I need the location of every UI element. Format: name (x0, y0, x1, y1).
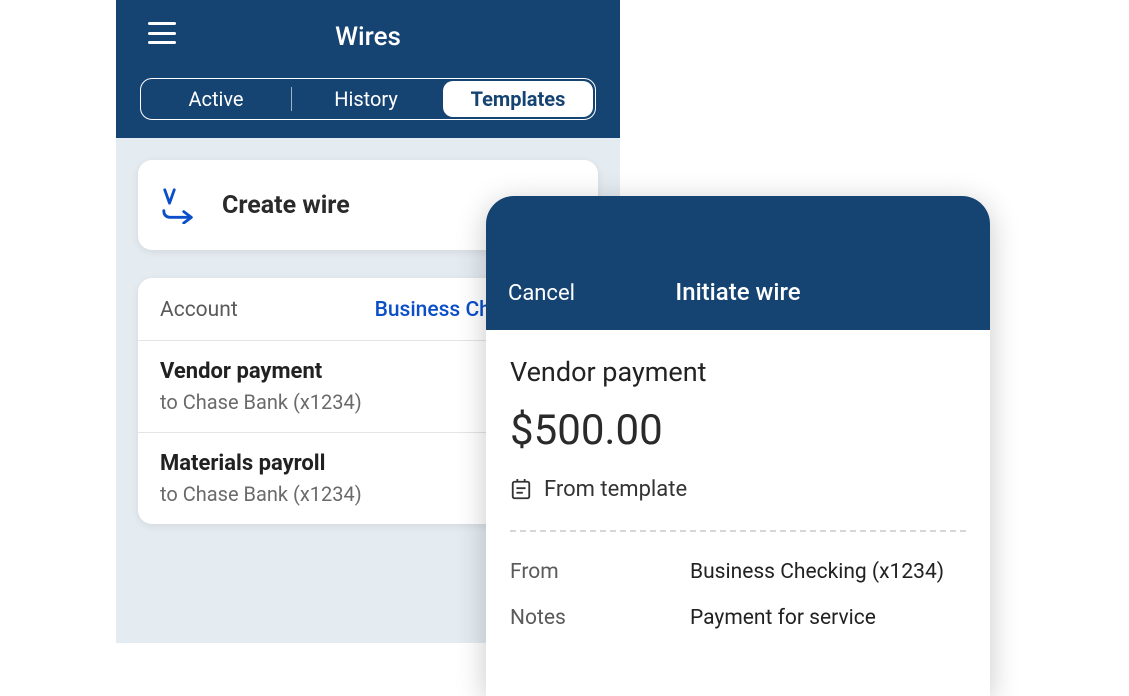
modal-title: Initiate wire (508, 278, 968, 306)
detail-label: From (510, 560, 690, 584)
from-template-indicator: From template (510, 477, 966, 502)
modal-body: Vendor payment $500.00 From template Fro… (486, 330, 990, 678)
detail-row-notes: Notes Payment for service (510, 606, 966, 630)
wire-name: Vendor payment (510, 356, 966, 388)
detail-value: Business Checking (x1234) (690, 560, 966, 584)
account-label: Account (160, 298, 238, 322)
header: Wires Active History Templates (116, 0, 620, 138)
detail-label: Notes (510, 606, 690, 630)
divider (510, 530, 966, 532)
initiate-wire-screen: Cancel Initiate wire Vendor payment $500… (486, 196, 990, 696)
tabs-segmented-control: Active History Templates (140, 78, 596, 120)
tab-templates[interactable]: Templates (443, 81, 593, 117)
cancel-button[interactable]: Cancel (508, 281, 575, 306)
tab-history[interactable]: History (291, 79, 441, 119)
menu-icon[interactable] (148, 22, 176, 44)
wire-amount: $500.00 (510, 406, 966, 455)
detail-row-from: From Business Checking (x1234) (510, 560, 966, 584)
detail-value: Payment for service (690, 606, 966, 630)
template-icon (510, 479, 532, 501)
modal-header: Cancel Initiate wire (486, 196, 990, 330)
create-wire-icon (160, 186, 198, 224)
from-template-label: From template (544, 477, 687, 502)
tab-active[interactable]: Active (141, 79, 291, 119)
create-wire-label: Create wire (222, 191, 350, 220)
page-title: Wires (335, 22, 401, 52)
